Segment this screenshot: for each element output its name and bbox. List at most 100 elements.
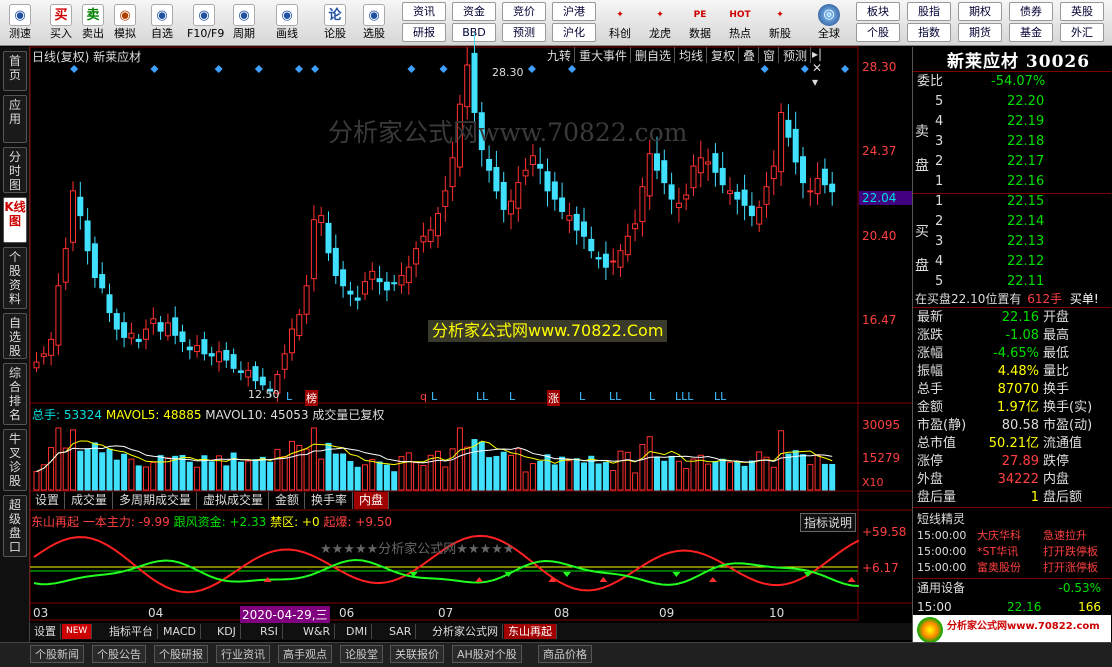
sector-row[interactable]: 通用设备 -0.53%	[913, 579, 1111, 597]
chart-tab-2[interactable]: 删自选	[632, 47, 676, 63]
event-diamond[interactable]	[407, 65, 416, 73]
grid-button[interactable]: 研报	[402, 23, 446, 42]
grid-button[interactable]: 个股	[856, 23, 900, 42]
toolbar-doc-icon[interactable]: ◉ F10/F9	[187, 2, 224, 44]
indicator-tab-7[interactable]: DMI	[342, 624, 373, 639]
sprite-title[interactable]: 短线精灵	[917, 510, 965, 527]
left-nav-7[interactable]: 牛叉诊股	[3, 429, 27, 491]
grid-button[interactable]: 板块	[856, 2, 900, 21]
volume-tab-0[interactable]: 设置	[30, 492, 66, 509]
sprite-e: 打开涨停板	[1043, 561, 1098, 574]
chart-tab-6[interactable]: 窗	[760, 47, 780, 63]
event-diamond[interactable]	[439, 65, 448, 73]
grid-button[interactable]: 期货	[958, 23, 1002, 42]
left-nav-4[interactable]: 个股资料	[3, 247, 27, 309]
toolbar-论[interactable]: 论论股	[318, 2, 352, 44]
chart-tab-7[interactable]: 预测	[780, 47, 812, 63]
indicator-tab-3[interactable]: MACD	[159, 624, 201, 639]
volume-tab-2[interactable]: 多周期成交量	[114, 492, 198, 509]
indicator-tab-10[interactable]: 东山再起	[504, 624, 557, 639]
status-tab-1[interactable]: 个股公告	[92, 645, 146, 663]
toolbar-cycle-icon[interactable]: ◉ 周期	[227, 2, 261, 44]
grid-button[interactable]: 债券	[1009, 2, 1053, 21]
indicator-tab-0[interactable]: 设置	[30, 624, 61, 639]
event-diamond[interactable]	[311, 65, 320, 73]
indicator-tab-4[interactable]: KDJ	[213, 624, 241, 639]
toolbar-买[interactable]: 买买入	[44, 2, 78, 44]
event-diamond[interactable]	[70, 65, 79, 73]
sprite-row-0[interactable]: 15:00:00 大庆华科 急速拉升	[913, 528, 1111, 544]
grid-button[interactable]: 竞价	[502, 2, 546, 21]
volume-tab-4[interactable]: 金额	[270, 492, 306, 509]
chart-area[interactable]: 日线(复权) 新莱应材 九转 重大事件 删自选 均线 复权叠窗预测 ▸| ✕ ▾ 分析家公…	[29, 33, 912, 642]
grid-button[interactable]: 指数	[907, 23, 951, 42]
indicator-tab-1[interactable]: NEW	[62, 624, 93, 639]
grid-button[interactable]: 外汇	[1060, 23, 1104, 42]
event-diamond[interactable]	[800, 65, 809, 73]
left-nav-0[interactable]: 首页	[3, 51, 27, 91]
left-nav-5[interactable]: 自选股	[3, 313, 27, 359]
indicator-tab-2[interactable]: 指标平台	[105, 624, 158, 639]
indicator-tab-9[interactable]: 分析家公式网	[428, 624, 503, 639]
toolbar-pen-icon[interactable]: ◉ 画线	[270, 2, 304, 44]
event-diamond[interactable]	[841, 65, 850, 73]
chart-tab-1[interactable]: 重大事件	[576, 47, 632, 63]
toolbar-hammer-icon[interactable]: ◉ 模拟	[108, 2, 142, 44]
event-diamond[interactable]	[294, 65, 303, 73]
indicator-tab-6[interactable]: W&R	[299, 624, 336, 639]
grid-button[interactable]: 英股	[1060, 2, 1104, 21]
status-tab-5[interactable]: 论股堂	[340, 645, 383, 663]
status-tab-3[interactable]: 行业资讯	[216, 645, 270, 663]
left-nav-8[interactable]: 超级盘口	[3, 495, 27, 557]
toolbar-dragon-icon[interactable]: ✦ 龙虎	[643, 2, 677, 44]
event-diamond[interactable]	[527, 65, 536, 73]
sprite-row-2[interactable]: 15:00:00 富奥股份 打开涨停板	[913, 560, 1111, 576]
left-nav-2[interactable]: 分时图	[3, 147, 27, 193]
indicator-tab-5[interactable]: RSI	[256, 624, 283, 639]
status-tab-2[interactable]: 个股研报	[154, 645, 208, 663]
chart-tab-4[interactable]: 复权	[708, 47, 740, 63]
grid-button[interactable]: 沪港	[552, 2, 596, 21]
volume-tab-6[interactable]: 内盘	[354, 492, 390, 509]
toolbar-PE[interactable]: PE 数据	[683, 2, 717, 44]
chart-nav-icon[interactable]: ▸| ✕ ▾	[812, 47, 822, 89]
grid-button[interactable]: 基金	[1009, 23, 1053, 42]
left-nav-1[interactable]: 应用	[3, 95, 27, 143]
globe-button[interactable]: ◎ 全球	[812, 2, 846, 44]
left-nav-6[interactable]: 综合排名	[3, 363, 27, 425]
toolbar-clock-icon[interactable]: ◉ 测速	[3, 2, 37, 44]
status-tab-6[interactable]: 关联报价	[390, 645, 444, 663]
volume-tab-3[interactable]: 虚拟成交量	[198, 492, 270, 509]
grid-button[interactable]: 资金	[452, 2, 496, 21]
indicator-tab-8[interactable]: SAR	[385, 624, 417, 639]
event-diamond[interactable]	[568, 65, 577, 73]
chart-tab-0[interactable]: 九转	[544, 47, 576, 63]
event-diamond[interactable]	[214, 65, 223, 73]
grid-button[interactable]: 期权	[958, 2, 1002, 21]
grid-button[interactable]: 沪化	[552, 23, 596, 42]
toolbar-star-icon[interactable]: ◉ 自选	[145, 2, 179, 44]
chart-tab-3[interactable]: 均线	[676, 47, 708, 63]
toolbar-pick-icon[interactable]: ◉ 选股	[357, 2, 391, 44]
toolbar-卖[interactable]: 卖卖出	[76, 2, 110, 44]
status-tab-4[interactable]: 高手观点	[278, 645, 332, 663]
volume-tab-5[interactable]: 换手率	[306, 492, 354, 509]
status-tab-8[interactable]: 商品价格	[538, 645, 592, 663]
volume-tab-1[interactable]: 成交量	[66, 492, 114, 509]
grid-button[interactable]: 预测	[502, 23, 546, 42]
status-tab-0[interactable]: 个股新闻	[30, 645, 84, 663]
status-tab-7[interactable]: AH股对个股	[452, 645, 522, 663]
event-diamond[interactable]	[760, 65, 769, 73]
event-diamond[interactable]	[150, 65, 159, 73]
grid-button[interactable]: 资讯	[402, 2, 446, 21]
toolbar-HOT[interactable]: HOT 热点	[723, 2, 757, 44]
sprite-row-1[interactable]: 15:00:00 *ST华讯 打开跌停板	[913, 544, 1111, 560]
indicator-help-button[interactable]: 指标说明	[800, 513, 857, 532]
left-nav-3[interactable]: K线图	[3, 197, 27, 243]
event-markers[interactable]	[70, 65, 850, 73]
chart-tab-5[interactable]: 叠	[740, 47, 760, 63]
grid-button[interactable]: 股指	[907, 2, 951, 21]
toolbar-rocket-icon[interactable]: ✦ 科创	[603, 2, 637, 44]
event-diamond[interactable]	[254, 65, 263, 73]
toolbar-new-icon[interactable]: ✦ 新股	[763, 2, 797, 44]
